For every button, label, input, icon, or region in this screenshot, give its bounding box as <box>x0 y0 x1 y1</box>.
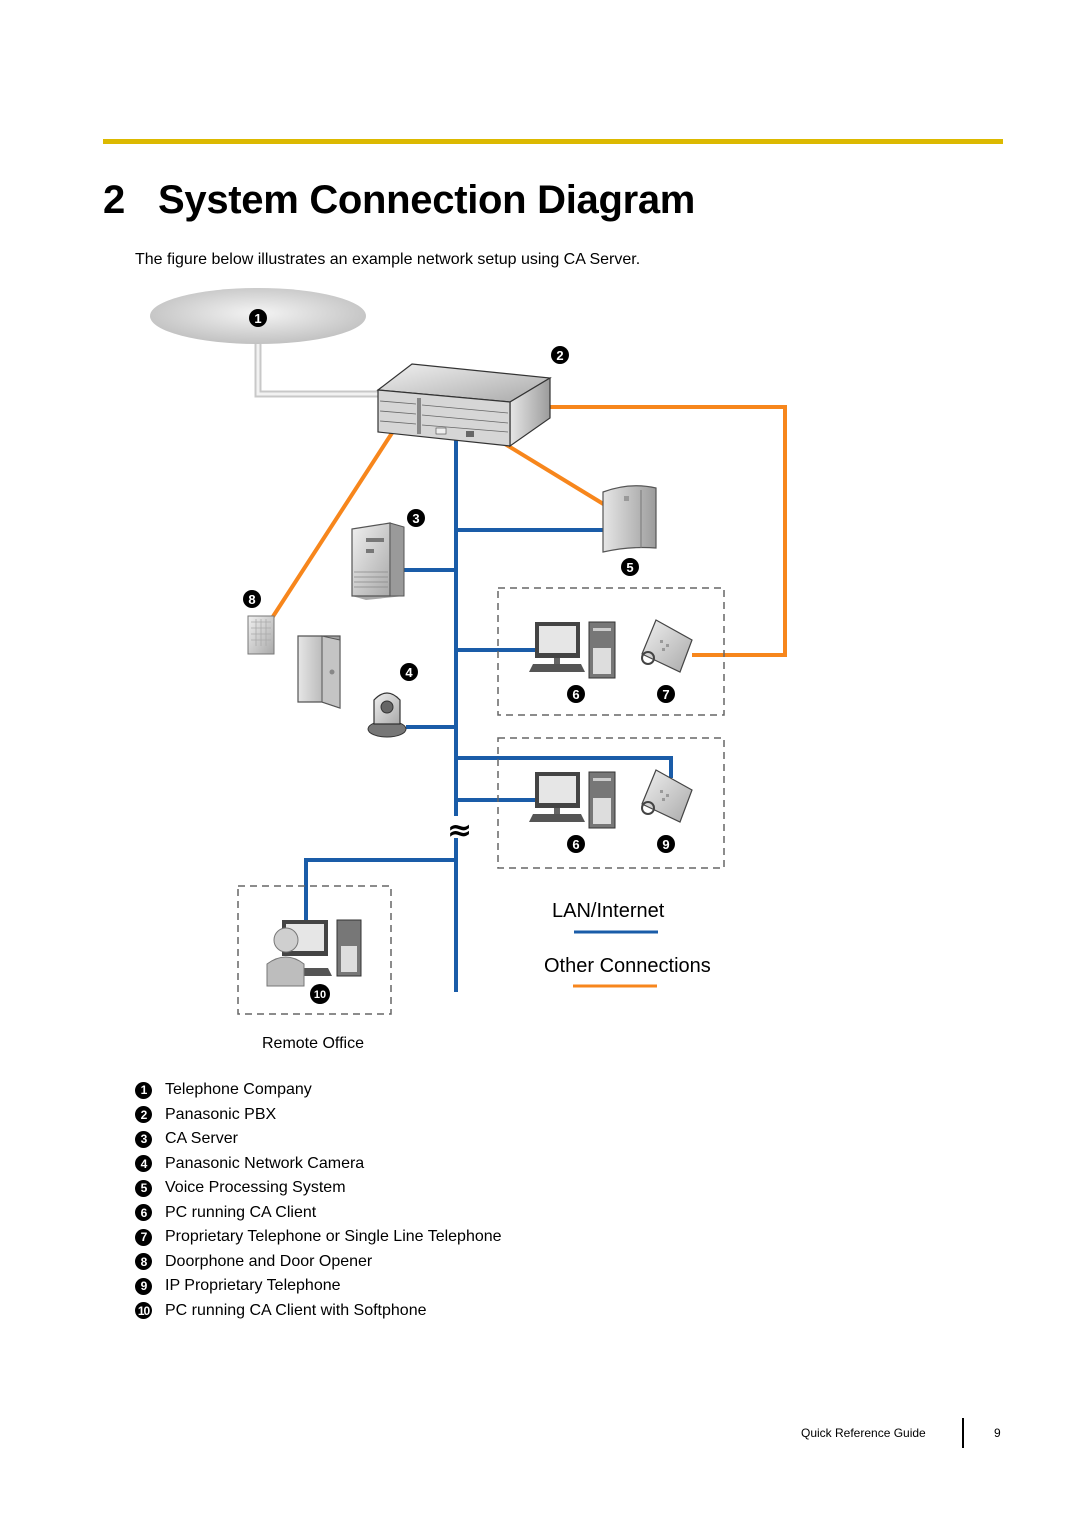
svg-text:6: 6 <box>572 687 579 702</box>
legend-lan-label: LAN/Internet <box>552 900 665 922</box>
badge-icon: 2 <box>135 1106 152 1124</box>
badge-10: 10 <box>310 984 330 1004</box>
footer-guide-title: Quick Reference Guide <box>801 1426 926 1440</box>
ca-server-icon <box>351 522 405 600</box>
network-camera-icon <box>367 692 407 738</box>
footer-divider <box>962 1418 964 1448</box>
svg-text:4: 4 <box>405 665 413 680</box>
badge-icon: 1 <box>135 1081 152 1099</box>
badge-icon: 9 <box>135 1277 152 1295</box>
other-to-vps <box>503 442 607 507</box>
badge-icon: 6 <box>135 1204 152 1222</box>
badge-9: 9 <box>657 835 675 853</box>
badge-icon: 4 <box>135 1155 152 1173</box>
badge-3: 3 <box>407 509 425 527</box>
telephone-icon <box>641 619 693 673</box>
badge-icon: 7 <box>135 1228 152 1246</box>
trunk-line-inner <box>256 344 380 396</box>
badge-5: 5 <box>621 558 639 576</box>
page-number: 9 <box>994 1426 1001 1440</box>
svg-text:5: 5 <box>626 560 633 575</box>
list-item: 5 Voice Processing System <box>135 1176 502 1201</box>
ip-telephone-icon <box>641 769 693 823</box>
vps-icon <box>602 485 657 553</box>
list-item: 8 Doorphone and Door Opener <box>135 1250 502 1275</box>
pbx-icon <box>376 363 552 448</box>
legend-other-label: Other Connections <box>544 955 711 977</box>
badge-7: 7 <box>657 685 675 703</box>
badge-2: 2 <box>551 346 569 364</box>
list-item: 1 Telephone Company <box>135 1078 502 1103</box>
svg-text:3: 3 <box>412 511 419 526</box>
svg-text:9: 9 <box>662 837 669 852</box>
svg-text:1: 1 <box>254 311 261 326</box>
doorphone-icon <box>247 615 275 655</box>
svg-text:7: 7 <box>662 687 669 702</box>
softphone-pc-icon <box>266 919 362 987</box>
trunk-line <box>254 344 380 398</box>
list-item: 9 IP Proprietary Telephone <box>135 1274 502 1299</box>
badge-icon: 8 <box>135 1253 152 1271</box>
list-item: 10 PC running CA Client with Softphone <box>135 1299 502 1324</box>
svg-text:2: 2 <box>556 348 563 363</box>
list-item: 3 CA Server <box>135 1127 502 1152</box>
component-list: 1 Telephone Company 2 Panasonic PBX 3 CA Se… <box>135 1078 502 1323</box>
badge-icon: 5 <box>135 1179 152 1197</box>
list-item: 6 PC running CA Client <box>135 1201 502 1226</box>
badge-icon: 3 <box>135 1130 152 1148</box>
pc-icon-2 <box>529 771 616 829</box>
badge-6a: 6 <box>567 685 585 703</box>
badge-1: 1 <box>249 309 267 327</box>
pc-icon-1 <box>529 621 616 679</box>
lan-to-remote-pc <box>304 858 456 920</box>
svg-text:8: 8 <box>248 592 255 607</box>
badge-6b: 6 <box>567 835 585 853</box>
badge-icon: 10 <box>135 1302 152 1320</box>
badge-8: 8 <box>243 590 261 608</box>
list-item: 4 Panasonic Network Camera <box>135 1152 502 1177</box>
list-item: 2 Panasonic PBX <box>135 1103 502 1128</box>
badge-4: 4 <box>400 663 418 681</box>
break-symbol: ≈ <box>447 813 472 848</box>
remote-office-label: Remote Office <box>262 1035 364 1052</box>
list-item: 7 Proprietary Telephone or Single Line Te… <box>135 1225 502 1250</box>
door-icon <box>297 635 341 709</box>
svg-text:6: 6 <box>572 837 579 852</box>
svg-text:10: 10 <box>314 989 326 1001</box>
